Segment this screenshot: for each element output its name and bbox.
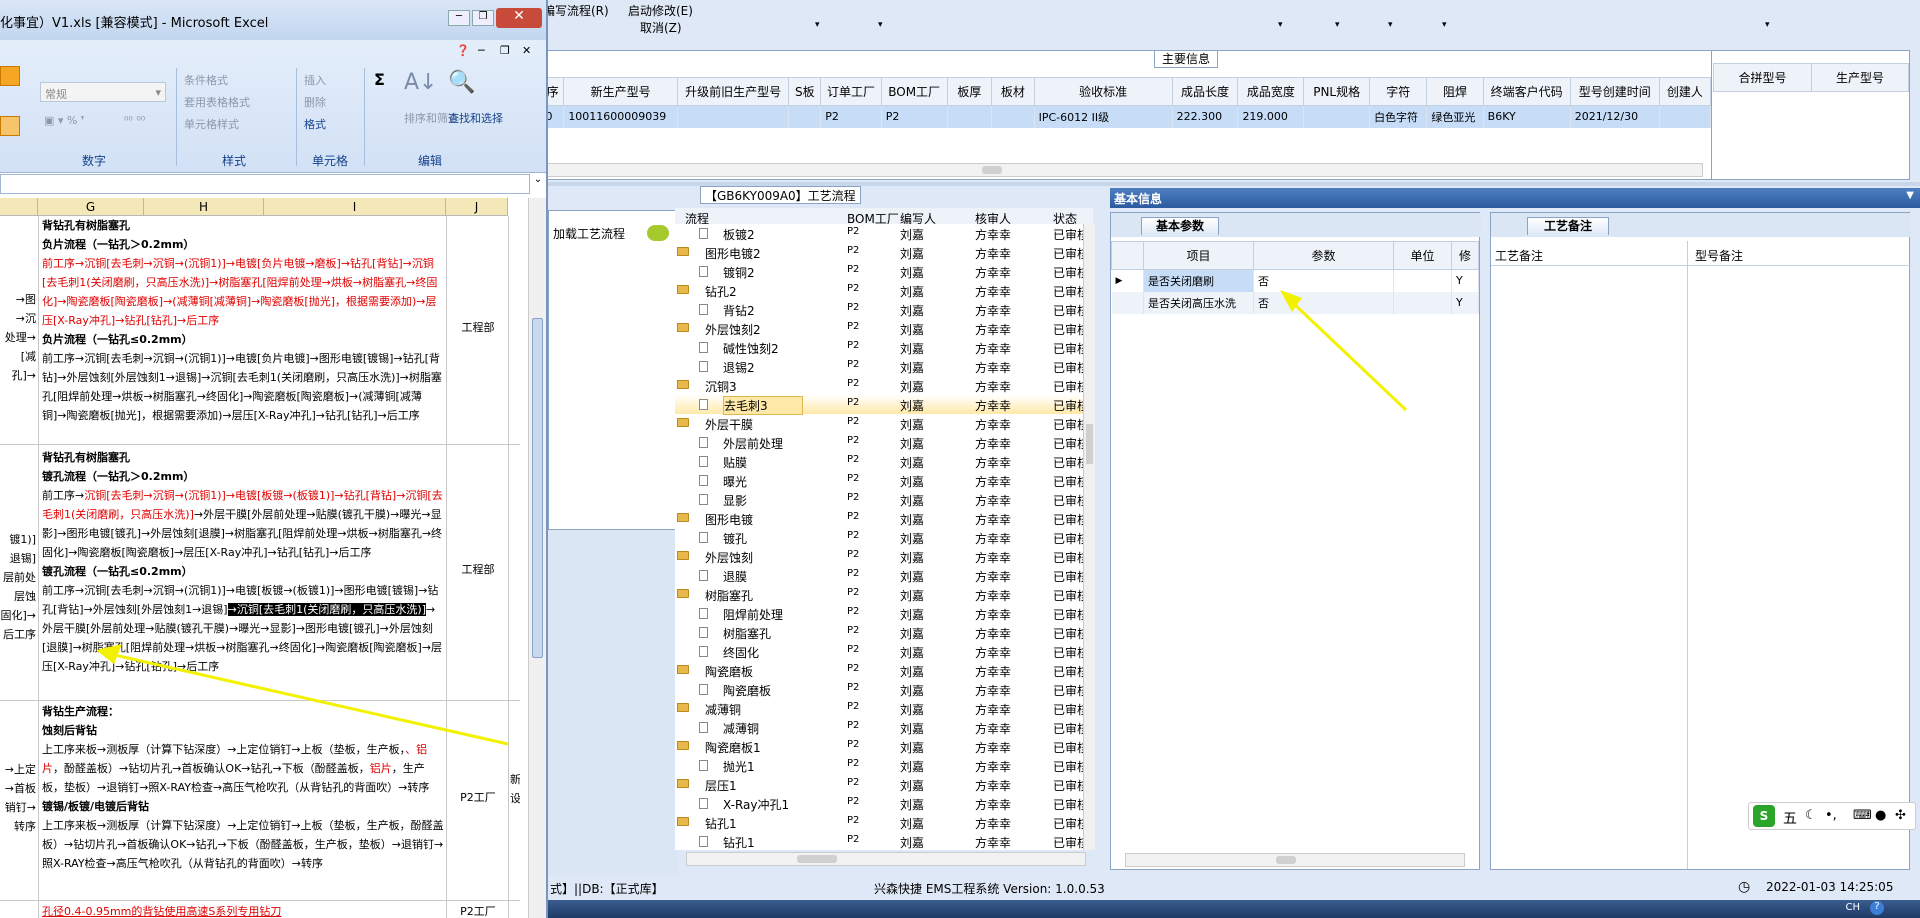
arrow-head bbox=[96, 644, 122, 664]
screen: 编写流程(R) 启动修改(E) 取消(Z) ▾ ▾ ▾ ▾ ▾ ▾ ▾ 序新生产… bbox=[0, 0, 1920, 918]
arrow-line bbox=[1290, 300, 1408, 412]
annotation-arrows bbox=[96, 290, 1408, 746]
arrow-line bbox=[109, 652, 509, 746]
